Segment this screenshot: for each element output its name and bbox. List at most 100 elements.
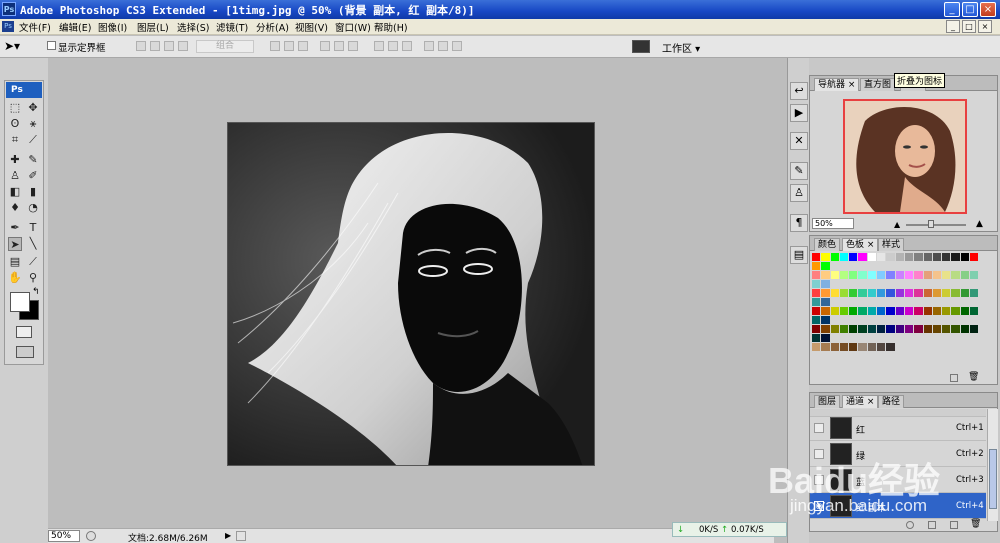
doc-minimize-button[interactable]: _ [946,20,960,33]
close-button[interactable]: × [980,2,996,17]
move-icon[interactable]: ✥ [26,101,40,115]
color-swatch[interactable] [877,307,887,316]
hand-icon[interactable]: ✋ [8,271,22,285]
move-tool-icon[interactable]: ➤▾ [4,39,20,53]
color-swatch[interactable] [812,343,822,352]
color-swatch[interactable] [830,343,840,352]
type-icon[interactable]: T [26,221,40,235]
color-swatch[interactable] [932,325,943,334]
color-swatch[interactable] [877,343,887,352]
color-swatch[interactable] [960,253,971,262]
color-swatch[interactable] [812,307,822,316]
clone-source-icon[interactable]: ♙ [790,184,808,202]
dodge-icon[interactable]: ◔ [26,201,40,215]
color-swatch[interactable] [839,343,850,352]
group-button[interactable]: 组合 [196,40,254,53]
color-swatch[interactable] [904,307,915,316]
tab-color[interactable]: 颜色 [814,238,841,251]
color-swatch[interactable] [960,307,971,316]
color-swatch[interactable] [812,253,822,262]
menu-window[interactable]: 窗口(W) [335,20,371,34]
color-swatch[interactable] [877,271,887,280]
menu-file[interactable]: 文件(F) [19,20,51,34]
color-swatch[interactable] [914,325,924,334]
color-swatch[interactable] [821,262,831,271]
distribute-icon[interactable] [374,41,384,51]
distribute-icon[interactable] [438,41,448,51]
tab-swatches[interactable]: 色板 × [842,238,879,251]
status-icon[interactable] [86,531,96,541]
color-swatch[interactable] [867,343,878,352]
layer-comps-icon[interactable]: ▤ [790,246,808,264]
color-swatch[interactable] [914,271,924,280]
color-swatch[interactable] [942,289,952,298]
color-swatch[interactable] [877,289,887,298]
color-swatch[interactable] [858,343,868,352]
color-swatch[interactable] [839,325,850,334]
color-swatch[interactable] [867,271,878,280]
stamp-icon[interactable]: ♙ [8,169,22,183]
status-menu-arrow-icon[interactable]: ▶ [225,531,231,540]
quick-mask-icon[interactable] [16,326,32,338]
color-swatch[interactable] [970,289,980,298]
distribute-icon[interactable] [424,41,434,51]
color-swatch[interactable] [830,325,840,334]
color-swatch[interactable] [951,325,961,334]
doc-close-button[interactable]: × [978,20,992,33]
magic-wand-icon[interactable]: ⚹ [26,117,40,131]
minimize-button[interactable]: _ [944,2,960,17]
navigator-zoom-field[interactable]: 50% [812,218,854,229]
color-swatch[interactable] [821,316,831,325]
color-swatch[interactable] [858,289,868,298]
foreground-color-swatch[interactable] [10,292,30,312]
visibility-toggle[interactable] [814,423,824,433]
color-swatch[interactable] [923,289,933,298]
color-swatch[interactable] [960,325,971,334]
maximize-button[interactable]: □ [962,2,978,17]
color-swatch[interactable] [932,307,943,316]
marquee-icon[interactable]: ⬚ [8,101,22,115]
path-select-icon[interactable]: ➤ [8,237,22,251]
color-swatch[interactable] [970,325,980,334]
color-swatch[interactable] [923,271,933,280]
new-channel-icon[interactable] [950,521,958,529]
color-swatch[interactable] [849,271,859,280]
color-swatch[interactable] [904,289,915,298]
color-swatch[interactable] [821,343,831,352]
menu-select[interactable]: 选择(S) [177,20,209,34]
color-swatch[interactable] [812,280,822,289]
color-swatch[interactable] [923,307,933,316]
pen-icon[interactable]: ✒ [8,221,22,235]
color-swatch[interactable] [812,325,822,334]
scrollbar-thumb[interactable] [989,449,997,509]
color-swatch[interactable] [867,253,878,262]
color-swatch[interactable] [914,289,924,298]
menu-filter[interactable]: 滤镜(T) [216,20,248,34]
zoom-icon[interactable]: ⚲ [26,271,40,285]
color-swatch[interactable] [839,253,850,262]
color-swatch[interactable] [886,343,896,352]
zoom-slider-thumb[interactable] [928,220,934,228]
color-swatch[interactable] [914,307,924,316]
menu-analysis[interactable]: 分析(A) [256,20,289,34]
color-swatch[interactable] [839,307,850,316]
menu-layer[interactable]: 图层(L) [137,20,169,34]
history-brush-icon[interactable]: ✐ [26,169,40,183]
scroll-left-icon[interactable] [236,531,246,541]
color-swatch[interactable] [849,307,859,316]
color-swatch[interactable] [951,253,961,262]
color-swatch[interactable] [849,289,859,298]
app-icon[interactable]: Ps [2,2,16,16]
color-swatch[interactable] [886,325,896,334]
color-swatch[interactable] [942,271,952,280]
color-swatch[interactable] [970,271,980,280]
tab-navigator[interactable]: 导航器 × [814,78,860,91]
color-swatch[interactable] [942,253,952,262]
distribute-icon[interactable] [334,41,344,51]
color-swatch[interactable] [886,253,896,262]
workspace-menu[interactable]: 工作区 ▾ [662,40,700,55]
menu-view[interactable]: 视图(V) [295,20,328,34]
color-swatch[interactable] [914,253,924,262]
line-icon[interactable]: ╲ [26,237,40,251]
zoom-in-icon[interactable]: ▲ [976,219,983,229]
